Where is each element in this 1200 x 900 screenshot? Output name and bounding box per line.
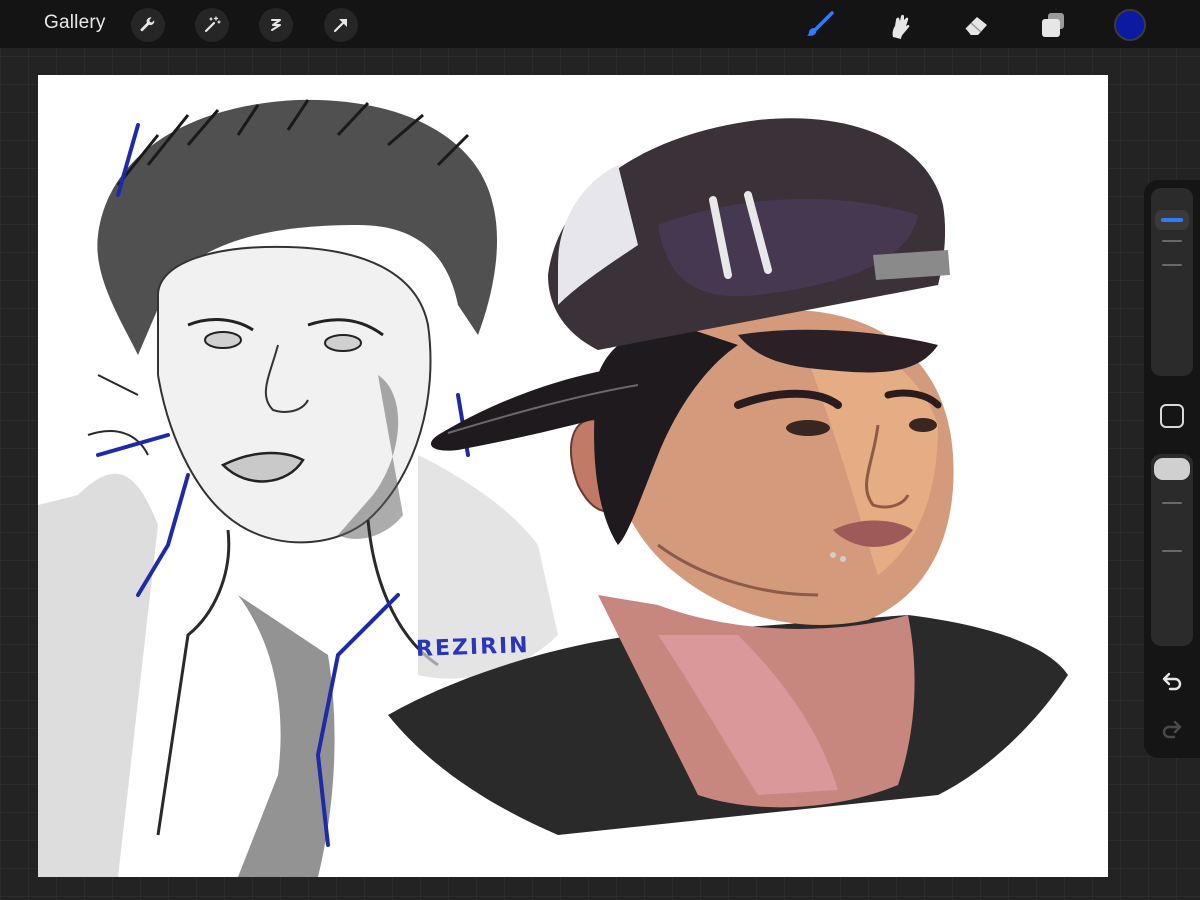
brush-size-slider[interactable]: [1151, 188, 1193, 376]
eraser-icon[interactable]: [959, 8, 993, 42]
slider-tick: [1162, 264, 1182, 266]
transform-arrow-icon[interactable]: [324, 8, 358, 42]
artwork-illustration: [38, 99, 1068, 877]
smudge-icon[interactable]: [882, 8, 916, 42]
slider-tick: [1162, 240, 1182, 242]
opacity-thumb[interactable]: [1154, 458, 1190, 480]
slider-tick: [1162, 550, 1182, 552]
slider-tick: [1162, 502, 1182, 504]
layers-icon[interactable]: [1036, 8, 1070, 42]
top-toolbar: Gallery: [0, 0, 1200, 48]
selection-icon[interactable]: [259, 8, 293, 42]
brush-icon[interactable]: [803, 8, 837, 42]
brush-size-thumb[interactable]: [1155, 210, 1189, 230]
gallery-button[interactable]: Gallery: [44, 12, 106, 34]
modify-square-icon[interactable]: [1160, 404, 1184, 428]
drawing-canvas[interactable]: REZIRIN: [38, 75, 1108, 877]
magic-wand-icon[interactable]: [195, 8, 229, 42]
redo-icon[interactable]: [1158, 718, 1186, 742]
color-swatch[interactable]: [1114, 9, 1146, 41]
wrench-icon[interactable]: [131, 8, 165, 42]
undo-icon[interactable]: [1158, 670, 1186, 694]
artist-signature: REZIRIN: [415, 633, 531, 662]
opacity-slider[interactable]: [1151, 454, 1193, 646]
side-toolbar: [1144, 180, 1200, 758]
